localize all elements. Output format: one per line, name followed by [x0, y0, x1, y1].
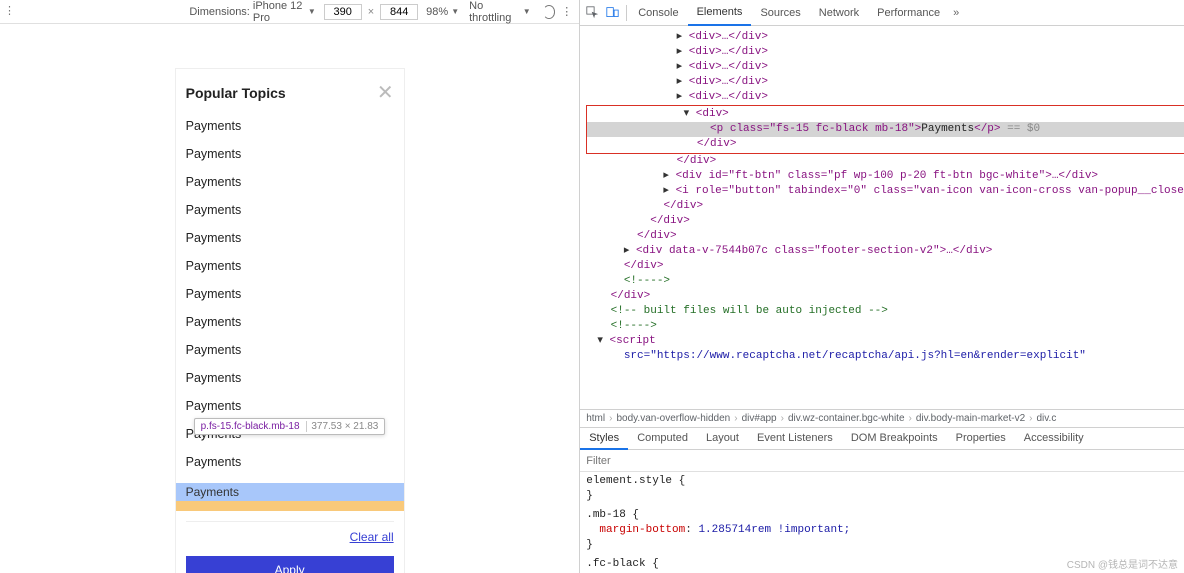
rule-mb18[interactable]: app.7a7020e2.css:14549 .mb-18 { margin-b…: [586, 508, 1184, 553]
dom-selected-node[interactable]: <p class="fs-15 fc-black mb-18">Payments…: [587, 122, 1184, 137]
times-icon: ×: [368, 6, 374, 18]
topic-item[interactable]: Payments: [186, 175, 394, 203]
inspect-tooltip: p.fs-15.fc-black.mb-18 377.53 × 21.83: [194, 418, 386, 435]
tab-dom-breakpoints[interactable]: DOM Breakpoints: [842, 428, 947, 449]
tooltip-selector: p.fs-15.fc-black.mb-18: [201, 421, 300, 432]
topic-item[interactable]: Payments: [186, 287, 394, 315]
rotate-icon[interactable]: [543, 5, 556, 19]
tab-console[interactable]: Console: [629, 0, 687, 25]
topic-item[interactable]: Payments: [186, 147, 394, 175]
tab-performance[interactable]: Performance: [868, 0, 949, 25]
topic-item[interactable]: Payments: [186, 203, 394, 231]
topic-item-highlighted[interactable]: Payments: [176, 483, 404, 501]
tab-computed[interactable]: Computed: [628, 428, 697, 449]
dimensions-label: Dimensions:: [189, 6, 250, 18]
topic-item[interactable]: Payments: [186, 343, 394, 371]
dom-tree[interactable]: ▸ <div>…</div> ▸ <div>…</div> ▸ <div>…</…: [580, 26, 1184, 409]
close-icon[interactable]: ✕: [377, 83, 394, 103]
device-toggle-icon[interactable]: [604, 5, 620, 21]
clear-all-link[interactable]: Clear all: [350, 530, 394, 544]
topic-item[interactable]: Payments: [186, 231, 394, 259]
device-name: iPhone 12 Pro: [253, 0, 305, 24]
inspect-icon[interactable]: [584, 5, 600, 21]
height-input[interactable]: [380, 4, 418, 20]
popup-title: Popular Topics: [186, 85, 286, 101]
topic-item[interactable]: Payments: [186, 455, 394, 483]
device-toolbar: ⋮ Dimensions: iPhone 12 Pro ▼ × 98%▼ No …: [0, 0, 579, 24]
device-mode-pane: ⋮ Dimensions: iPhone 12 Pro ▼ × 98%▼ No …: [0, 0, 580, 573]
margin-overlay: [176, 501, 404, 511]
tab-properties[interactable]: Properties: [947, 428, 1015, 449]
tab-layout[interactable]: Layout: [697, 428, 748, 449]
devtools-pane: Console Elements Sources Network Perform…: [580, 0, 1184, 573]
styles-filter-row: :hov .cls + ⁝: [580, 450, 1184, 472]
tab-elements[interactable]: Elements: [688, 1, 752, 26]
topic-item[interactable]: Payments: [186, 259, 394, 287]
tab-sources[interactable]: Sources: [751, 0, 809, 25]
popular-topics-popup: Popular Topics ✕ Payments Payments Payme…: [175, 68, 405, 573]
chevron-down-icon: ▼: [308, 7, 316, 16]
topic-item[interactable]: Payments: [186, 371, 394, 399]
watermark: CSDN @钱总是词不达意: [1067, 556, 1178, 571]
styles-tabbar: Styles Computed Layout Event Listeners D…: [580, 428, 1184, 450]
more-tabs-icon[interactable]: »: [949, 7, 963, 19]
throttling-select[interactable]: No throttling▼: [467, 0, 533, 24]
rule-element-style[interactable]: element.style { }: [586, 474, 1184, 504]
kebab-icon[interactable]: ⋮: [561, 5, 573, 18]
mobile-frame: Popular Topics ✕ Payments Payments Payme…: [95, 28, 485, 573]
zoom-select[interactable]: 98%▼: [424, 6, 461, 18]
tab-network[interactable]: Network: [810, 0, 868, 25]
device-select[interactable]: Dimensions: iPhone 12 Pro ▼: [187, 0, 317, 24]
tab-event-listeners[interactable]: Event Listeners: [748, 428, 842, 449]
dom-breadcrumb[interactable]: html› body.van-overflow-hidden› div#app›…: [580, 409, 1184, 428]
tab-accessibility[interactable]: Accessibility: [1015, 428, 1093, 449]
chevron-down-icon: ▼: [523, 7, 531, 16]
tab-styles[interactable]: Styles: [580, 428, 628, 450]
devtools-tabbar: Console Elements Sources Network Perform…: [580, 0, 1184, 26]
chevron-down-icon: ▼: [451, 7, 459, 16]
more-icon[interactable]: ⋮: [4, 4, 15, 17]
emulated-viewport: Popular Topics ✕ Payments Payments Payme…: [0, 24, 579, 573]
topic-list: Payments Payments Payments Payments Paym…: [186, 119, 394, 511]
topic-item[interactable]: Payments: [186, 315, 394, 343]
apply-button[interactable]: Apply: [186, 556, 394, 573]
tooltip-dims: 377.53 × 21.83: [306, 421, 378, 432]
dom-selected-block: ▾ <div> <p class="fs-15 fc-black mb-18">…: [586, 105, 1184, 154]
topic-item[interactable]: Payments: [186, 119, 394, 147]
width-input[interactable]: [324, 4, 362, 20]
styles-filter-input[interactable]: [580, 455, 1184, 467]
